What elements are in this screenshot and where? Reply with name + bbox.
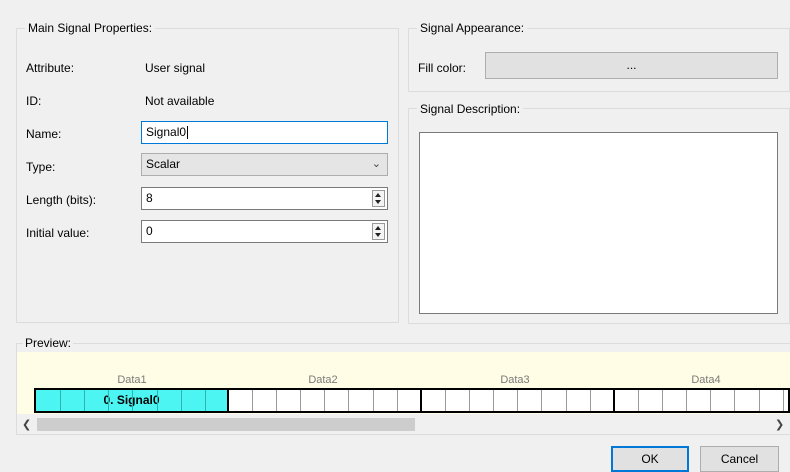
ok-button-label: OK (641, 452, 659, 466)
signal-bit-divider (108, 390, 109, 411)
signal-bit-divider (132, 390, 133, 411)
length-value: 8 (146, 191, 153, 205)
bit-cell[interactable] (663, 390, 687, 411)
signal-bit-divider (84, 390, 85, 411)
preview-scrollbar[interactable]: ❮ ❯ (17, 416, 790, 433)
bit-cell[interactable] (470, 390, 494, 411)
length-label: Length (bits): (26, 193, 97, 207)
preview-title: Preview: (23, 336, 74, 350)
appearance-title: Signal Appearance: (417, 21, 528, 35)
bit-cell[interactable] (736, 390, 760, 411)
fill-color-button-label: ... (626, 58, 637, 72)
fill-color-label: Fill color: (418, 61, 467, 75)
bit-cell[interactable] (543, 390, 567, 411)
bit-cell[interactable] (325, 390, 349, 411)
spin-up-icon (375, 226, 381, 230)
type-select[interactable]: Scalar ⌄ (141, 153, 388, 176)
initial-value-spinbox[interactable]: 0 (141, 220, 388, 243)
type-select-value: Scalar (146, 157, 181, 171)
signal-description-textarea[interactable] (419, 132, 778, 314)
bit-cell[interactable] (518, 390, 542, 411)
name-label: Name: (26, 127, 62, 141)
signal-bit-divider (205, 390, 206, 411)
chevron-down-icon: ⌄ (371, 158, 381, 170)
name-input-value: Signal0 (146, 125, 187, 139)
bit-cell[interactable] (711, 390, 735, 411)
attribute-label: Attribute: (26, 61, 75, 75)
bit-cell[interactable] (784, 390, 790, 411)
spin-down-icon (375, 233, 381, 237)
description-title: Signal Description: (417, 102, 524, 116)
scroll-left-icon[interactable]: ❮ (22, 418, 31, 431)
initial-value: 0 (146, 224, 153, 238)
bit-cell[interactable] (422, 390, 446, 411)
fill-color-button[interactable]: ... (485, 52, 778, 79)
signal-block[interactable]: 0. Signal0 (36, 390, 229, 411)
data-label-2: Data2 (308, 374, 338, 386)
bit-cell[interactable] (591, 390, 615, 411)
id-label: ID: (26, 94, 42, 108)
signal-bit-divider (157, 390, 158, 411)
ok-button[interactable]: OK (611, 446, 689, 472)
bit-cell[interactable] (398, 390, 422, 411)
bit-cell[interactable] (687, 390, 711, 411)
name-input[interactable]: Signal0 (141, 121, 388, 144)
bit-cell[interactable] (639, 390, 663, 411)
initial-value-label: Initial value: (26, 226, 90, 240)
bit-cell[interactable] (615, 390, 639, 411)
scrollbar-thumb[interactable] (37, 418, 415, 431)
data-label-4: Data4 (691, 374, 721, 386)
bit-cell[interactable] (301, 390, 325, 411)
data-label-3: Data3 (500, 374, 530, 386)
scroll-right-icon[interactable]: ❯ (775, 418, 784, 431)
bit-cell[interactable] (494, 390, 518, 411)
bit-cell[interactable] (446, 390, 470, 411)
bit-row: 0. Signal0 (34, 388, 790, 413)
id-value: Not available (145, 94, 215, 108)
attribute-value: User signal (145, 61, 206, 75)
bit-cell[interactable] (277, 390, 301, 411)
bit-cell[interactable] (253, 390, 277, 411)
signal-bit-divider (181, 390, 182, 411)
bit-cell[interactable] (567, 390, 591, 411)
cancel-button[interactable]: Cancel (700, 446, 779, 472)
bit-cell[interactable] (350, 390, 374, 411)
bit-cell[interactable] (374, 390, 398, 411)
type-label: Type: (26, 160, 56, 174)
text-caret (187, 126, 189, 140)
signal-bit-divider (60, 390, 61, 411)
cancel-button-label: Cancel (720, 452, 759, 466)
spin-up-icon (375, 193, 381, 197)
length-spinbox[interactable]: 8 (141, 187, 388, 210)
data-label-1: Data1 (117, 374, 147, 386)
initial-spin-buttons[interactable] (372, 223, 385, 240)
bit-cell[interactable] (760, 390, 784, 411)
bit-cell[interactable] (229, 390, 253, 411)
spin-down-icon (375, 200, 381, 204)
main-properties-title: Main Signal Properties: (25, 21, 156, 35)
length-spin-buttons[interactable] (372, 190, 385, 207)
